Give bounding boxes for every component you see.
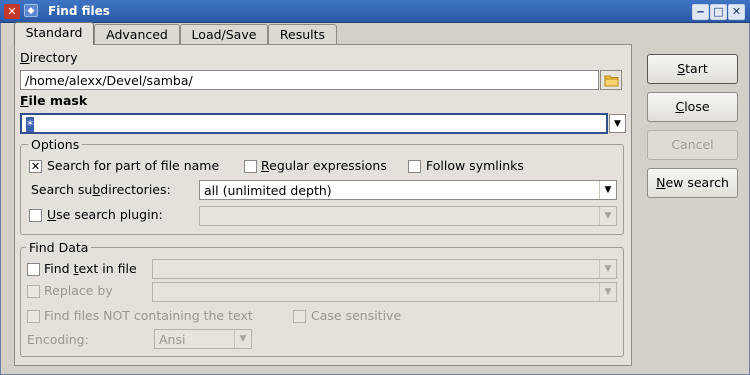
not-containing-label: Find files NOT containing the text: [44, 308, 253, 323]
folder-icon: [604, 75, 619, 87]
file-mask-value: *: [26, 117, 35, 132]
tab-standard[interactable]: Standard: [14, 22, 94, 45]
file-mask-input[interactable]: *: [20, 113, 608, 134]
regex-label: Regular expressions: [261, 158, 387, 173]
window-title: Find files: [48, 4, 110, 18]
find-text-checkbox[interactable]: [27, 263, 40, 276]
not-containing-checkbox[interactable]: [27, 310, 40, 323]
close-button[interactable]: Close: [647, 92, 738, 122]
plugin-dropdown-icon[interactable]: ▼: [599, 207, 616, 225]
encoding-label: Encoding:: [27, 332, 89, 347]
case-sensitive-label: Case sensitive: [311, 308, 402, 323]
replace-dropdown-icon[interactable]: ▼: [599, 283, 616, 301]
subdirectories-select[interactable]: all (unlimited depth): [199, 180, 617, 200]
search-part-checkbox[interactable]: ✕: [29, 160, 42, 173]
use-plugin-label: Use search plugin:: [47, 207, 163, 222]
follow-symlinks-label: Follow symlinks: [426, 158, 524, 173]
replace-checkbox[interactable]: [27, 285, 40, 298]
new-search-button[interactable]: New search: [647, 168, 738, 198]
case-sensitive-checkbox[interactable]: [293, 310, 306, 323]
directory-input[interactable]: /home/alexx/Devel/samba/: [20, 70, 599, 90]
subdirectories-value: all (unlimited depth): [204, 183, 332, 198]
window-menu-icon[interactable]: ◆: [24, 4, 38, 17]
plugin-select[interactable]: [199, 206, 617, 226]
follow-symlinks-checkbox[interactable]: [408, 160, 421, 173]
file-mask-label: File mask: [20, 93, 88, 108]
tab-results[interactable]: Results: [268, 24, 337, 44]
find-text-input[interactable]: [152, 259, 617, 279]
start-button[interactable]: Start: [647, 54, 738, 84]
close-window-button[interactable]: ✕: [728, 4, 745, 20]
find-text-dropdown-icon[interactable]: ▼: [599, 260, 616, 278]
maximize-button[interactable]: □: [710, 4, 727, 20]
encoding-dropdown-icon[interactable]: ▼: [234, 330, 251, 348]
use-plugin-checkbox[interactable]: [29, 209, 42, 222]
browse-directory-button[interactable]: [600, 70, 622, 90]
find-data-legend: Find Data: [26, 240, 92, 255]
directory-label: Directory: [20, 50, 78, 65]
subdirectories-dropdown-icon[interactable]: ▼: [599, 181, 616, 199]
file-mask-dropdown-button[interactable]: ▼: [609, 114, 626, 133]
regex-checkbox[interactable]: [244, 160, 257, 173]
search-part-label: Search for part of file name: [47, 158, 220, 173]
tab-load-save[interactable]: Load/Save: [180, 24, 268, 44]
subdirectories-label: Search subdirectories:: [31, 182, 171, 197]
options-legend: Options: [28, 137, 83, 152]
replace-label: Replace by: [44, 283, 113, 298]
minimize-button[interactable]: ‒: [692, 4, 709, 20]
title-bar[interactable]: ✕ ◆ Find files ‒ □ ✕: [0, 0, 750, 23]
tab-advanced[interactable]: Advanced: [94, 24, 180, 44]
dc-logo-icon[interactable]: ✕: [4, 4, 20, 19]
cancel-button[interactable]: Cancel: [647, 130, 738, 160]
replace-input[interactable]: [152, 282, 617, 302]
find-text-label: Find text in file: [44, 261, 137, 276]
